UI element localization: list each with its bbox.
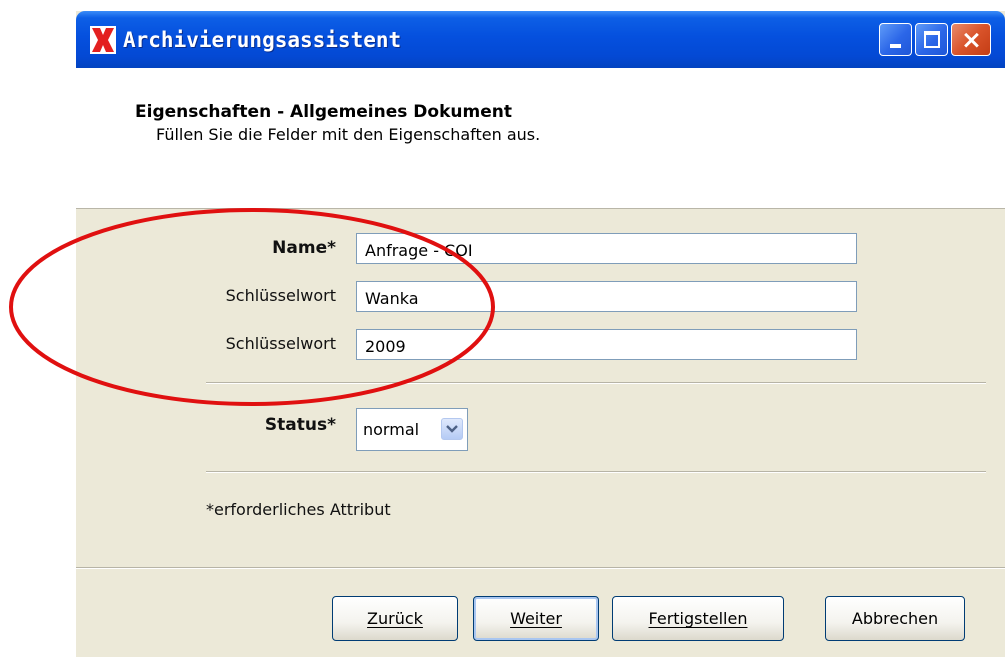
app-x-icon bbox=[89, 26, 117, 54]
chevron-down-icon[interactable] bbox=[441, 418, 463, 440]
window-title: Archivierungsassistent bbox=[123, 28, 402, 52]
minimize-button[interactable] bbox=[879, 23, 912, 56]
back-button[interactable]: Zurück bbox=[332, 596, 458, 641]
cancel-button-label: Abbrechen bbox=[851, 609, 939, 628]
finish-button[interactable]: Fertigstellen bbox=[612, 596, 784, 641]
cancel-button[interactable]: Abbrechen bbox=[825, 596, 965, 641]
footer-divider bbox=[76, 567, 1005, 569]
status-value: normal bbox=[363, 420, 420, 439]
keyword2-field[interactable] bbox=[356, 329, 857, 360]
divider bbox=[206, 382, 986, 384]
status-select[interactable]: normal bbox=[356, 408, 468, 451]
page-title: Eigenschaften - Allgemeines Dokument bbox=[135, 102, 512, 122]
keyword2-label: Schlüsselwort bbox=[225, 334, 336, 353]
name-label: Name* bbox=[272, 238, 336, 258]
title-bar[interactable]: Archivierungsassistent × bbox=[76, 11, 1005, 68]
close-button[interactable]: × bbox=[951, 23, 991, 56]
required-note: *erforderliches Attribut bbox=[206, 500, 391, 519]
wizard-header: Eigenschaften - Allgemeines Dokument Fül… bbox=[76, 68, 1005, 209]
back-button-label: Zurück bbox=[367, 609, 423, 628]
divider bbox=[206, 471, 986, 473]
wizard-window: Archivierungsassistent × Eigenschaften -… bbox=[76, 11, 1005, 657]
maximize-icon bbox=[924, 31, 940, 48]
finish-button-label: Fertigstellen bbox=[648, 609, 748, 628]
close-icon: × bbox=[961, 25, 982, 54]
minimize-icon bbox=[890, 44, 901, 48]
next-button-label: Weiter bbox=[510, 609, 562, 628]
keyword1-label: Schlüsselwort bbox=[225, 286, 336, 305]
maximize-button[interactable] bbox=[915, 23, 948, 56]
name-field[interactable] bbox=[356, 233, 857, 264]
status-label: Status* bbox=[264, 415, 336, 435]
keyword1-field[interactable] bbox=[356, 281, 857, 312]
page-subtitle: Füllen Sie die Felder mit den Eigenschaf… bbox=[156, 125, 541, 144]
next-button[interactable]: Weiter bbox=[473, 596, 599, 641]
